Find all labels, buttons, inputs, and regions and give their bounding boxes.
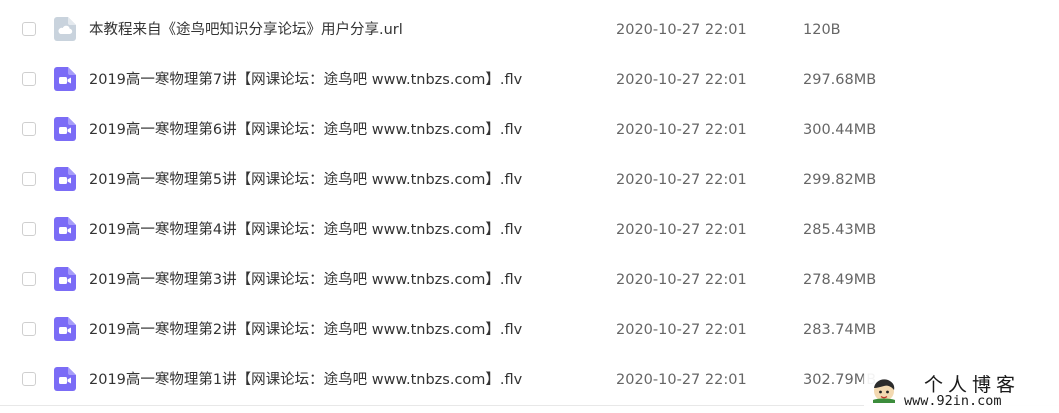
- row-checkbox[interactable]: [22, 322, 36, 336]
- row-checkbox[interactable]: [22, 372, 36, 386]
- file-date: 2020-10-27 22:01: [616, 322, 747, 338]
- file-row[interactable]: 本教程来自《途鸟吧知识分享论坛》用户分享.url 2020-10-27 22:0…: [0, 6, 1059, 56]
- file-row[interactable]: 2019高一寒物理第7讲【网课论坛：途鸟吧 www.tnbzs.com】.flv…: [0, 56, 1059, 106]
- file-date: 2020-10-27 22:01: [616, 372, 747, 388]
- file-name[interactable]: 2019高一寒物理第2讲【网课论坛：途鸟吧 www.tnbzs.com】.flv: [89, 319, 522, 341]
- blog-watermark: 个人博客 www.92in.com: [864, 369, 1059, 413]
- file-size: 299.82MB: [803, 172, 877, 188]
- file-row[interactable]: 2019高一寒物理第5讲【网课论坛：途鸟吧 www.tnbzs.com】.flv…: [0, 156, 1059, 206]
- file-row[interactable]: 2019高一寒物理第4讲【网课论坛：途鸟吧 www.tnbzs.com】.flv…: [0, 206, 1059, 256]
- file-size: 300.44MB: [803, 122, 877, 138]
- file-name[interactable]: 2019高一寒物理第6讲【网课论坛：途鸟吧 www.tnbzs.com】.flv: [89, 119, 522, 141]
- file-date: 2020-10-27 22:01: [616, 272, 747, 288]
- file-date: 2020-10-27 22:01: [616, 122, 747, 138]
- file-date: 2020-10-27 22:01: [616, 22, 747, 38]
- file-size: 278.49MB: [803, 272, 877, 288]
- file-name[interactable]: 本教程来自《途鸟吧知识分享论坛》用户分享.url: [89, 19, 403, 41]
- file-name[interactable]: 2019高一寒物理第7讲【网课论坛：途鸟吧 www.tnbzs.com】.flv: [89, 69, 522, 91]
- file-date: 2020-10-27 22:01: [616, 172, 747, 188]
- file-list: 本教程来自《途鸟吧知识分享论坛》用户分享.url 2020-10-27 22:0…: [0, 6, 1059, 406]
- file-name[interactable]: 2019高一寒物理第1讲【网课论坛：途鸟吧 www.tnbzs.com】.flv: [89, 369, 522, 391]
- video-file-icon: [54, 67, 76, 91]
- file-size: 120B: [803, 22, 841, 38]
- file-size: 283.74MB: [803, 322, 877, 338]
- video-file-icon: [54, 217, 76, 241]
- row-checkbox[interactable]: [22, 72, 36, 86]
- file-row[interactable]: 2019高一寒物理第3讲【网课论坛：途鸟吧 www.tnbzs.com】.flv…: [0, 256, 1059, 306]
- video-file-icon: [54, 317, 76, 341]
- cloud-file-icon: [54, 17, 76, 41]
- file-name[interactable]: 2019高一寒物理第4讲【网课论坛：途鸟吧 www.tnbzs.com】.flv: [89, 219, 522, 241]
- file-size: 285.43MB: [803, 222, 877, 238]
- file-date: 2020-10-27 22:01: [616, 222, 747, 238]
- video-file-icon: [54, 167, 76, 191]
- file-date: 2020-10-27 22:01: [616, 72, 747, 88]
- video-file-icon: [54, 117, 76, 141]
- file-name[interactable]: 2019高一寒物理第5讲【网课论坛：途鸟吧 www.tnbzs.com】.flv: [89, 169, 522, 191]
- video-file-icon: [54, 367, 76, 391]
- file-name[interactable]: 2019高一寒物理第3讲【网课论坛：途鸟吧 www.tnbzs.com】.flv: [89, 269, 522, 291]
- file-size: 297.68MB: [803, 72, 877, 88]
- row-checkbox[interactable]: [22, 22, 36, 36]
- row-checkbox[interactable]: [22, 272, 36, 286]
- file-row[interactable]: 2019高一寒物理第2讲【网课论坛：途鸟吧 www.tnbzs.com】.flv…: [0, 306, 1059, 356]
- row-checkbox[interactable]: [22, 172, 36, 186]
- file-row[interactable]: 2019高一寒物理第6讲【网课论坛：途鸟吧 www.tnbzs.com】.flv…: [0, 106, 1059, 156]
- watermark-url: www.92in.com: [904, 393, 1002, 409]
- row-checkbox[interactable]: [22, 122, 36, 136]
- video-file-icon: [54, 267, 76, 291]
- cartoon-avatar-icon: [870, 375, 898, 403]
- row-checkbox[interactable]: [22, 222, 36, 236]
